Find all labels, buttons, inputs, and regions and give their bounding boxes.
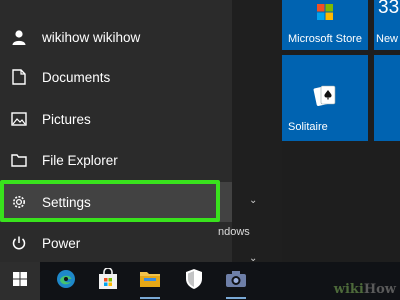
start-button[interactable] — [0, 262, 40, 300]
shopping-bag-icon — [97, 266, 119, 295]
active-indicator — [140, 297, 160, 299]
file-explorer-item[interactable]: File Explorer — [0, 140, 232, 180]
taskbar-camera[interactable] — [216, 262, 256, 300]
microsoft-store-tile[interactable]: Microsoft Store — [282, 0, 368, 50]
start-menu-left-panel: wikihow wikihow Documents Pictures File … — [0, 0, 232, 262]
folder-icon — [10, 151, 28, 169]
user-icon — [10, 28, 28, 46]
active-indicator — [226, 297, 246, 299]
shield-icon — [185, 268, 203, 295]
watermark-wiki: wiki — [333, 282, 364, 297]
settings-highlight-box — [0, 180, 220, 222]
picture-icon — [10, 110, 28, 128]
edge-icon — [55, 268, 77, 295]
solitaire-label: Solitaire — [288, 121, 328, 133]
taskbar-security[interactable] — [174, 262, 214, 300]
user-account-item[interactable]: wikihow wikihow — [0, 17, 232, 57]
taskbar-store[interactable] — [88, 262, 128, 300]
app-group-label: ndows — [218, 226, 250, 238]
microsoft-store-label: Microsoft Store — [288, 33, 362, 45]
pictures-label: Pictures — [42, 111, 91, 127]
power-label: Power — [42, 235, 81, 251]
taskbar-edge[interactable] — [46, 262, 86, 300]
chevron-down-icon[interactable]: ⌄ — [249, 195, 257, 206]
store-icon — [316, 3, 334, 26]
new-tile[interactable]: 33 New — [374, 0, 400, 50]
watermark-how: How — [363, 282, 396, 297]
windows-logo-icon — [12, 271, 28, 292]
camera-icon — [225, 270, 247, 293]
document-icon — [10, 68, 28, 86]
app-list-area — [232, 0, 282, 262]
documents-label: Documents — [42, 69, 111, 85]
file-explorer-label: File Explorer — [42, 152, 118, 168]
pictures-item[interactable]: Pictures — [0, 99, 232, 139]
power-icon — [10, 234, 28, 252]
wikihow-watermark: wikiHow — [334, 282, 396, 297]
partial-tile[interactable] — [374, 55, 400, 141]
power-item[interactable]: Power — [0, 223, 232, 263]
taskbar-file-explorer[interactable] — [130, 262, 170, 300]
new-tile-label: New — [376, 33, 399, 45]
documents-item[interactable]: Documents — [0, 57, 232, 97]
cards-icon — [312, 83, 338, 114]
user-name-label: wikihow wikihow — [42, 29, 141, 45]
solitaire-tile[interactable]: Solitaire — [282, 55, 368, 141]
folder-icon — [139, 269, 161, 294]
tiles-area: Microsoft Store 33 New Solitaire — [282, 0, 400, 262]
clock-number: 33 — [378, 0, 400, 18]
